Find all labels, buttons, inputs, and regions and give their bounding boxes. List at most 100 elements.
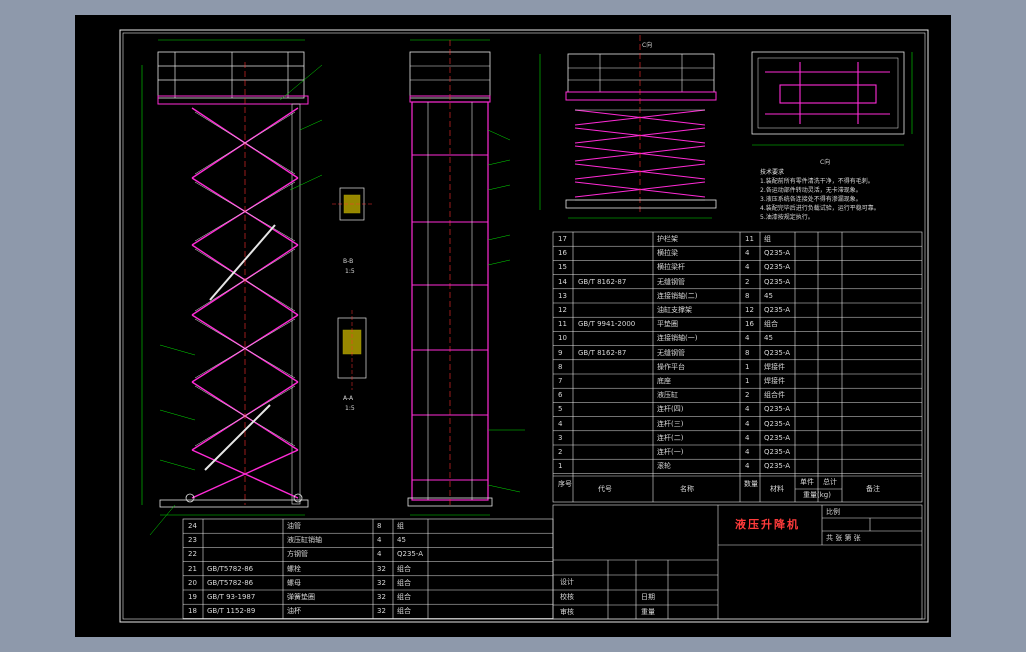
table-cell-seq: 10 [558,334,567,343]
table-cell-mat: 组合 [764,320,778,329]
table-cell-qty: 32 [377,607,386,616]
table-cell-name: 弹簧垫圈 [287,593,315,601]
table-cell-name: 油缸支撑架 [657,306,692,314]
drawing-canvas [119,29,929,623]
table-cell-seq: 16 [558,249,567,258]
table-cell-mat: Q235-A [764,419,791,428]
design-label: 设计 [560,578,574,586]
table-cell-seq: 14 [558,277,567,286]
parts-table-frame [552,231,923,503]
table-cell-mat: Q235-A [764,277,791,286]
table-cell-name: 液压缸 [657,391,678,400]
table-cell-name: 螺母 [287,578,301,587]
table-cell-name: 连杆(四) [657,405,684,414]
table-cell-qty: 32 [377,593,386,601]
table-cell-qty: 4 [377,536,382,545]
section-bb-label: B-B [343,258,354,265]
table-cell-name: 液压缸销轴 [287,536,322,545]
table-cell-seq: 7 [558,377,563,385]
table-cell-qty: 4 [745,419,750,428]
date-label: 日期 [641,593,655,601]
table-cell-seq: 24 [188,522,197,530]
section-aa-scale: 1:5 [345,405,355,412]
table-cell-qty: 2 [745,391,750,400]
table-cell-mat: Q235-A [764,249,791,258]
table-cell-mat: 45 [764,291,773,300]
table-cell-mat: 45 [397,536,406,545]
table-cell-qty: 1 [745,362,750,371]
table-cell-code: GB/T5782-86 [207,564,254,573]
sheet-inner-border [122,32,926,620]
table-cell-seq: 3 [558,433,563,442]
table-cell-mat: Q235-A [764,448,791,456]
table-cell-qty: 4 [745,249,750,258]
table-cell-code: GB/T 9941-2000 [578,320,636,329]
table-cell-seq: 20 [188,578,197,587]
c-view-plan [751,51,913,146]
table-cell-name: 无缝钢管 [657,348,685,357]
section-details [332,187,372,390]
table-cell-qty: 8 [745,291,750,300]
table-cell-seq: 5 [558,405,563,414]
table-cell-qty: 4 [377,550,382,559]
table-cell-qty: 8 [745,348,750,357]
table-cell-name: 连杆(三) [657,419,684,428]
table-cell-code: GB/T 8162-87 [578,348,627,357]
section-aa-label: A-A [343,395,354,402]
front-view [141,39,323,536]
table-cell-mat: Q235-A [397,550,424,559]
table-cell-name: 油管 [287,522,301,530]
table-cell-code: GB/T 8162-87 [578,277,627,286]
header-note: 备注 [866,485,880,493]
table-cell-mat: Q235-A [764,348,791,357]
header-qty: 数量 [744,480,758,488]
table-cell-qty: 4 [745,462,750,471]
table-cell-seq: 22 [188,550,197,559]
approve-label: 审核 [560,608,574,616]
header-name: 名称 [680,485,694,493]
table-cell-code: GB/T5782-86 [207,578,254,587]
table-cell-seq: 17 [558,235,567,243]
check-label: 校核 [560,593,574,601]
table-cell-qty: 32 [377,564,386,573]
table-cell-mat: 焊接件 [764,362,785,371]
table-cell-name: 连接销轴(一) [657,334,698,343]
table-cell-qty: 1 [745,377,750,385]
table-cell-mat: 组合件 [764,391,785,400]
table-cell-qty: 2 [745,277,750,286]
table-cell-name: 平垫圈 [657,320,678,329]
lowered-view [539,35,717,219]
table-cell-name: 无缝钢管 [657,277,685,286]
table-cell-name: 横拉梁 [657,249,678,258]
table-cell-name: 横拉梁杆 [657,263,685,272]
table-cell-name: 底座 [657,377,671,385]
table-cell-mat: 组合 [397,564,411,573]
table-cell-seq: 6 [558,391,563,400]
table-cell-code: GB/T 1152-89 [207,607,256,616]
table-cell-name: 连杆(二) [657,433,684,442]
table-cell-mat: Q235-A [764,263,791,272]
section-bb-scale: 1:5 [345,268,355,275]
table-cell-seq: 21 [188,564,197,573]
table-cell-qty: 11 [745,235,754,243]
note-line: 4.装配完毕后进行负载试验，运行平稳可靠。 [760,205,880,212]
table-cell-qty: 4 [745,334,750,343]
scale-label: 比例 [826,508,840,516]
table-cell-qty: 8 [377,522,382,530]
table-cell-seq: 23 [188,536,197,545]
table-cell-seq: 9 [558,348,563,357]
table-cell-name: 操作平台 [657,362,685,371]
table-cell-mat: 组合 [397,593,411,601]
table-cell-mat: 45 [764,334,773,343]
table-cell-mat: 组 [764,235,771,243]
table-cell-seq: 12 [558,306,567,314]
table-cell-mat: Q235-A [764,462,791,471]
weight-label: 重量 [641,608,655,616]
table-cell-qty: 4 [745,263,750,272]
header-weight-total: 总计 [823,478,837,486]
table-cell-name: 护栏架 [657,235,678,243]
header-weight: 重量(kg) [803,491,831,499]
table-cell-name: 连杆(一) [657,448,684,456]
header-seq: 序号 [558,480,572,488]
header-material: 材料 [770,485,784,493]
